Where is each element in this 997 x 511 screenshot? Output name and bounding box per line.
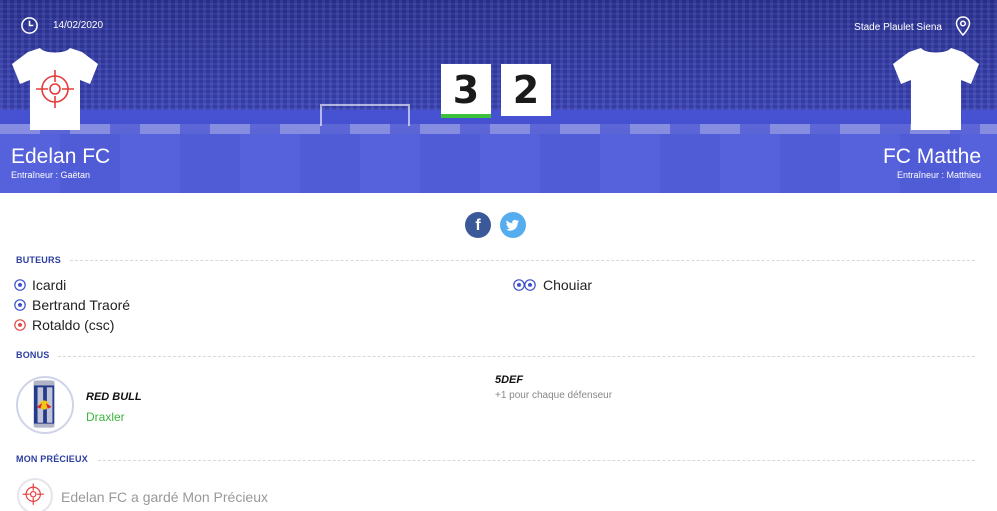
venue-name: Stade Plaulet Siena xyxy=(854,22,942,33)
twitter-share-button[interactable] xyxy=(500,212,526,238)
bonus-image xyxy=(16,376,74,434)
bonus-section-title: BONUS xyxy=(16,350,50,360)
home-scorer-name: Bertrand Traoré xyxy=(32,297,131,313)
precious-team-badge xyxy=(17,478,53,511)
precious-section-title: MON PRÉCIEUX xyxy=(16,454,88,464)
stadium-stands-background xyxy=(0,0,997,110)
facebook-icon: f xyxy=(475,217,481,234)
twitter-icon xyxy=(506,219,519,231)
location-pin-icon xyxy=(955,16,971,36)
match-date: 14/02/2020 xyxy=(20,16,103,35)
away-team-coach: Entraîneur : Matthieu xyxy=(896,170,981,180)
section-divider xyxy=(58,356,975,357)
goal-frame xyxy=(320,104,410,126)
pitch-background xyxy=(0,134,997,193)
own-goal-ball-icon xyxy=(14,319,26,331)
home-team-name[interactable]: Edelan FC xyxy=(11,145,110,169)
home-score: 3 xyxy=(441,64,491,118)
home-scorer-item: Rotaldo (csc) xyxy=(14,317,114,333)
away-team-jersey[interactable] xyxy=(891,44,981,134)
home-scorer-item: Icardi xyxy=(14,277,66,293)
away-bonus-name: 5DEF xyxy=(495,374,524,386)
away-bonus-description: +1 pour chaque défenseur xyxy=(495,390,613,401)
bonus-name: RED BULL xyxy=(86,391,142,403)
home-scorer-name: Rotaldo (csc) xyxy=(32,317,115,333)
advertising-boards xyxy=(0,124,997,134)
away-score: 2 xyxy=(501,64,551,116)
home-team-coach: Entraîneur : Gaëtan xyxy=(11,170,91,180)
energy-drink-can-icon xyxy=(33,380,55,428)
scorers-section-title: BUTEURS xyxy=(16,255,61,265)
double-ball-icon xyxy=(513,279,536,291)
away-scorer-name: Chouiar xyxy=(543,277,593,293)
section-divider xyxy=(98,460,975,461)
home-scorer-item: Bertrand Traoré xyxy=(14,297,130,313)
facebook-share-button[interactable]: f xyxy=(465,212,491,238)
home-team-jersey[interactable] xyxy=(10,44,100,134)
away-scorer-item: Chouiar xyxy=(513,277,592,293)
section-divider xyxy=(70,260,975,261)
match-hero: 14/02/2020 Stade Plaulet Siena Edelan FC… xyxy=(0,0,997,193)
ball-icon xyxy=(14,299,26,311)
precious-status-text: Edelan FC a gardé Mon Précieux xyxy=(61,489,268,505)
match-date-text: 14/02/2020 xyxy=(53,20,104,31)
crosshair-logo-icon xyxy=(22,483,44,505)
clock-icon xyxy=(21,17,38,34)
home-scorer-name: Icardi xyxy=(32,277,67,293)
ball-icon xyxy=(14,279,26,291)
bonus-player[interactable]: Draxler xyxy=(86,410,125,424)
away-team-name[interactable]: FC Matthe xyxy=(883,145,981,169)
